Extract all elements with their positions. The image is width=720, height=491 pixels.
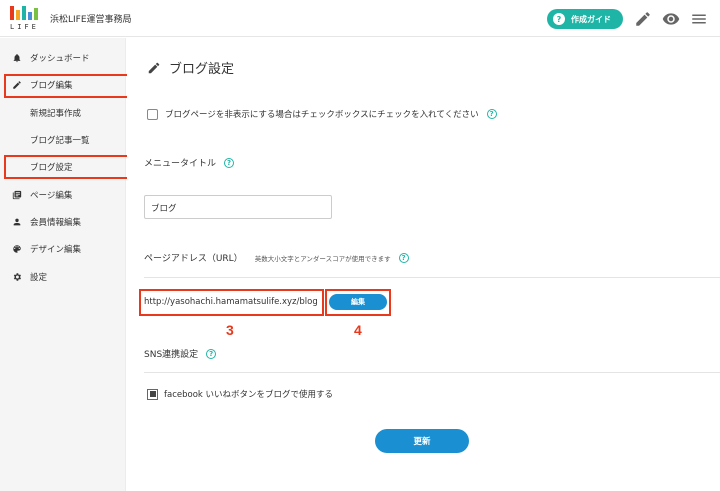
pages-icon [12, 190, 22, 200]
palette-icon [12, 244, 22, 254]
sidebar-item-settings[interactable]: 設定 [0, 267, 126, 287]
update-button[interactable]: 更新 [375, 429, 469, 453]
address-label-text: ページアドレス（URL） [144, 254, 243, 264]
help-icon[interactable]: ? [224, 157, 235, 168]
sidebar-item-new-post[interactable]: 新規記事作成 [0, 103, 126, 123]
top-header: LIFE 浜松LIFE運営事務局 ? 作成ガイド [0, 0, 720, 37]
help-icon[interactable]: ? [398, 252, 409, 263]
pencil-icon[interactable] [634, 10, 652, 28]
sidebar-item-label: ブログ記事一覧 [30, 136, 90, 146]
sidebar-item-label: デザイン編集 [30, 245, 82, 255]
sidebar-item-dashboard[interactable]: ダッシュボード [0, 48, 126, 68]
page-title: ブログ設定 [147, 58, 234, 77]
main-content: ブログ設定 ブログページを非表示にする場合はチェックボックスにチェックを入れてく… [127, 38, 720, 491]
eye-icon[interactable] [662, 10, 680, 28]
annotation-box-1 [4, 74, 135, 98]
divider [144, 372, 720, 373]
user-icon [12, 217, 22, 227]
help-icon[interactable]: ? [486, 109, 497, 119]
facebook-label: facebook いいねボタンをブログで使用する [164, 390, 334, 400]
hide-blog-checkbox[interactable] [147, 108, 158, 120]
hide-blog-row: ブログページを非表示にする場合はチェックボックスにチェックを入れてください ? [147, 108, 497, 120]
sidebar: ダッシュボード ブログ編集 新規記事作成 ブログ記事一覧 ブログ設定 ページ編集… [0, 38, 126, 491]
sidebar-item-label: 設定 [30, 273, 48, 283]
pencil-icon [148, 62, 160, 73]
annotation-box-4 [325, 289, 391, 316]
sidebar-item-member-edit[interactable]: 会員情報編集 [0, 212, 126, 232]
divider [144, 277, 720, 278]
annotation-number-3: 3 [226, 322, 234, 338]
question-icon: ? [553, 13, 565, 25]
bell-icon [12, 53, 22, 63]
menu-title-label: メニュータイトル ? [144, 156, 235, 169]
menu-title-label-text: メニュータイトル [144, 159, 217, 169]
sns-label-text: SNS連携設定 [144, 350, 199, 360]
facebook-checkbox[interactable] [147, 388, 158, 400]
sidebar-item-label: 新規記事作成 [30, 109, 82, 119]
sidebar-item-label: ページ編集 [30, 191, 73, 201]
sidebar-item-design-edit[interactable]: デザイン編集 [0, 239, 126, 259]
sidebar-item-label: 会員情報編集 [30, 218, 82, 228]
gear-icon [12, 272, 22, 282]
hide-blog-label: ブログページを非表示にする場合はチェックボックスにチェックを入れてください [165, 110, 479, 120]
logo-bars [10, 6, 42, 20]
guide-button[interactable]: ? 作成ガイド [547, 9, 623, 29]
logo-text: LIFE [10, 23, 39, 31]
annotation-number-4: 4 [354, 322, 362, 338]
address-label: ページアドレス（URL） 英数大小文字とアンダースコアが使用できます ? [144, 251, 409, 264]
site-name: 浜松LIFE運営事務局 [50, 15, 132, 25]
page-title-text: ブログ設定 [169, 62, 235, 77]
help-icon[interactable]: ? [206, 348, 217, 359]
menu-icon[interactable] [690, 10, 708, 28]
annotation-box-3 [139, 289, 324, 316]
logo[interactable]: LIFE [10, 6, 42, 32]
guide-label: 作成ガイド [571, 14, 611, 24]
address-note: 英数大小文字とアンダースコアが使用できます [254, 254, 391, 263]
annotation-box-2 [4, 155, 135, 179]
sidebar-item-post-list[interactable]: ブログ記事一覧 [0, 130, 126, 150]
menu-title-input[interactable]: ブログ [144, 195, 332, 219]
sidebar-item-label: ダッシュボード [30, 54, 90, 64]
sidebar-item-page-edit[interactable]: ページ編集 [0, 185, 126, 205]
sns-label: SNS連携設定 ? [144, 347, 217, 360]
facebook-row: facebook いいねボタンをブログで使用する [147, 388, 333, 400]
